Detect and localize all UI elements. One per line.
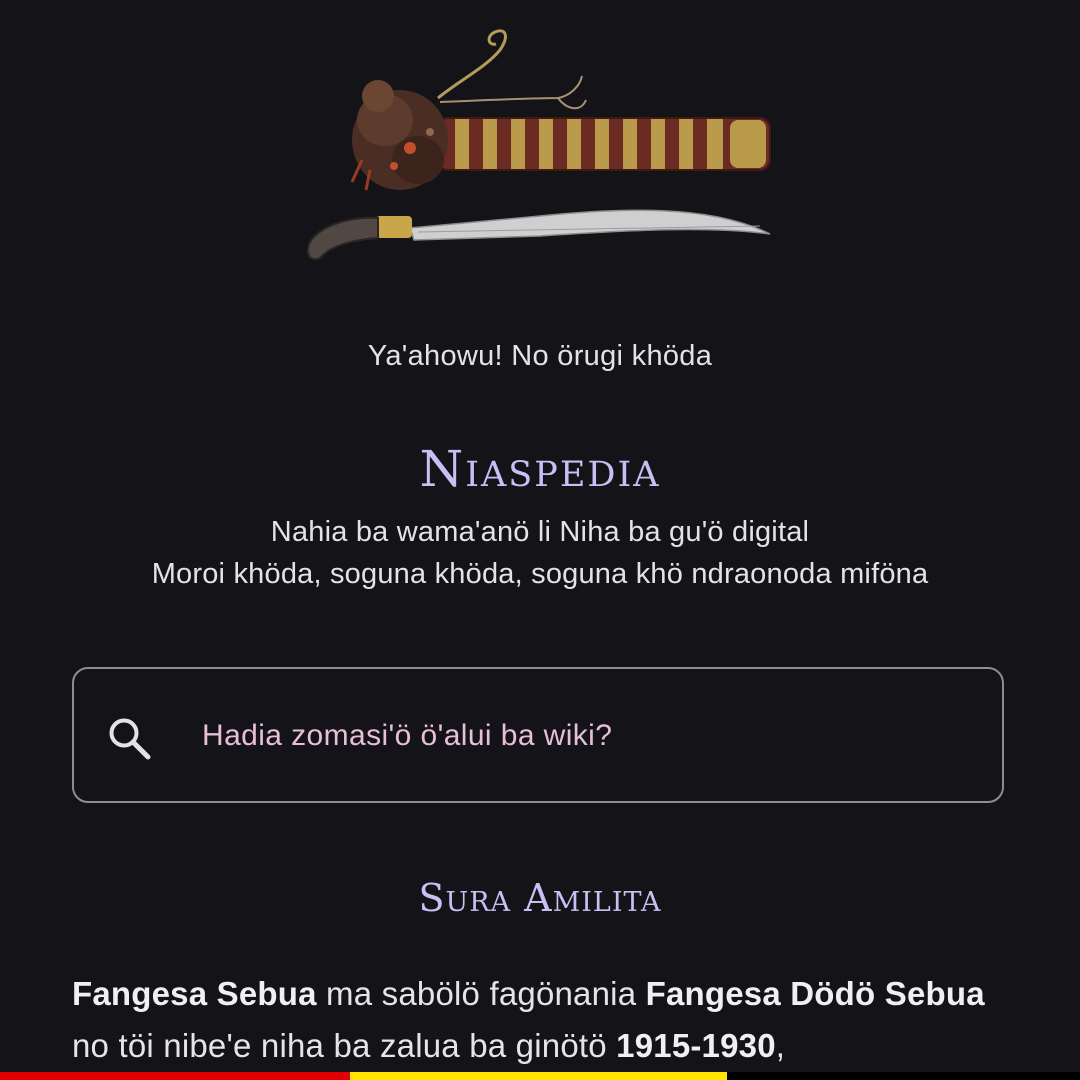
greeting-text: Ya'ahowu! No örugi khöda — [367, 340, 713, 372]
site-title[interactable]: Niaspedia — [0, 440, 1080, 498]
search-input[interactable]: Hadia zomasi'ö ö'alui ba wiki? — [202, 719, 612, 753]
featured-text: no töi nibe'e niha ba zalua ba ginötö — [72, 1027, 617, 1064]
hero-sword-image — [306, 29, 771, 261]
search-box[interactable]: Hadia zomasi'ö ö'alui ba wiki? — [72, 667, 1004, 803]
featured-article-text: Fangesa Sebua ma sabölö fagönania Fanges… — [72, 968, 1012, 1072]
tagline-line-1: Nahia ba wama'anö li Niha ba gu'ö digita… — [270, 516, 810, 548]
featured-heading: Sura Amilita — [418, 876, 662, 920]
flag-stripe — [0, 1072, 1080, 1080]
tagline-line-2: Moroi khöda, soguna khöda, soguna khö nd… — [151, 558, 929, 590]
featured-term: 1915-1930 — [616, 1027, 776, 1064]
page: Ya'ahowu! No örugi khöda Niaspedia Nahia… — [0, 0, 1080, 1080]
flag-stripe-yellow — [350, 1072, 727, 1080]
featured-term[interactable]: Fangesa Sebua — [72, 975, 317, 1012]
flag-stripe-red — [0, 1072, 350, 1080]
flag-stripe-black — [727, 1072, 1080, 1080]
search-icon[interactable] — [104, 713, 154, 763]
featured-text: ma sabölö fagönania — [316, 975, 646, 1012]
featured-text: , — [775, 1027, 786, 1064]
featured-term[interactable]: Fangesa Dödö Sebua — [646, 975, 985, 1012]
